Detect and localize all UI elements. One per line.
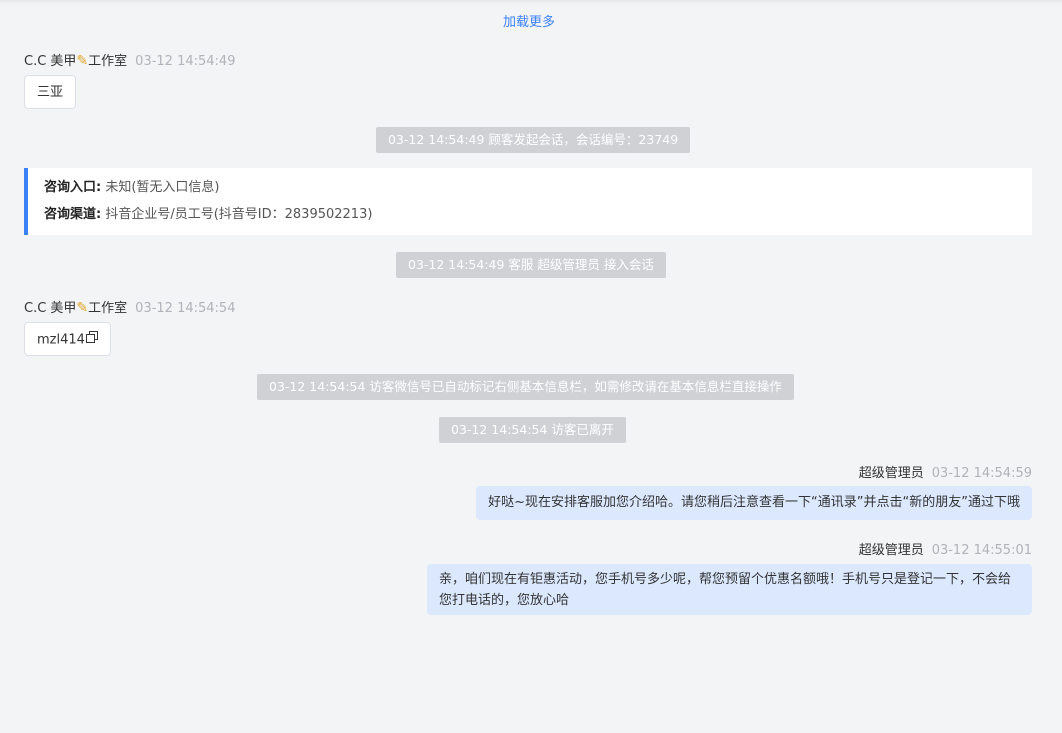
message-text: 好哒~现在安排客服加您介绍哈。请您稍后注意查看一下“通讯录”并点击“新的朋友”通…	[488, 495, 1020, 510]
message-time: 03-12 14:55:01	[931, 543, 1032, 558]
message-text-line: 亲，咱们现在有钜惠活动，您手机号多少呢，帮您预留个优惠名额哦！手机号只是登记一下…	[439, 572, 1012, 587]
customer-message-bubble: mzl414	[24, 322, 111, 356]
system-notice: 03-12 14:54:54 访客已离开	[439, 417, 626, 443]
pencil-icon: ✎	[76, 300, 89, 316]
sender-name: C.C 美甲	[24, 301, 77, 316]
message-time: 03-12 14:54:59	[931, 466, 1032, 481]
message-text: 三亚	[37, 85, 64, 100]
sender-name-suffix: 工作室	[88, 54, 128, 69]
top-shadow	[0, 0, 1062, 4]
info-row-entry: 咨询入口: 未知(暂无入口信息)	[44, 178, 1032, 205]
sender-name-suffix: 工作室	[88, 301, 128, 316]
info-value: 未知(暂无入口信息)	[105, 180, 220, 195]
pencil-icon: ✎	[76, 53, 89, 69]
message-meta: C.C 美甲✎工作室 03-12 14:54:49	[24, 50, 235, 69]
agent-message-bubble: 好哒~现在安排客服加您介绍哈。请您稍后注意查看一下“通讯录”并点击“新的朋友”通…	[476, 486, 1032, 520]
copy-icon[interactable]	[85, 323, 98, 357]
sender-name: 超级管理员	[858, 466, 924, 481]
system-notice: 03-12 14:54:49 客服 超级管理员 接入会话	[396, 252, 666, 278]
system-notice: 03-12 14:54:49 顾客发起会话，会话编号：23749	[376, 127, 691, 153]
info-label: 咨询入口:	[44, 180, 102, 195]
sender-name: C.C 美甲	[24, 54, 77, 69]
agent-message-bubble: 亲，咱们现在有钜惠活动，您手机号多少呢，帮您预留个优惠名额哦！手机号只是登记一下…	[427, 564, 1032, 615]
customer-message-bubble: 三亚	[24, 75, 77, 109]
message-time: 03-12 14:54:49	[135, 54, 236, 69]
load-more-link[interactable]: 加载更多	[0, 11, 1058, 30]
message-time: 03-12 14:54:54	[135, 301, 236, 316]
message-meta: 超级管理员 03-12 14:55:01	[859, 539, 1032, 558]
info-label: 咨询渠道:	[44, 207, 102, 222]
sender-name: 超级管理员	[858, 543, 924, 558]
consultation-info-card: 咨询入口: 未知(暂无入口信息) 咨询渠道: 抖音企业号/员工号(抖音号ID：2…	[24, 168, 1032, 235]
info-value: 抖音企业号/员工号(抖音号ID：2839502213)	[105, 207, 373, 222]
message-meta: 超级管理员 03-12 14:54:59	[859, 462, 1032, 481]
system-notice: 03-12 14:54:54 访客微信号已自动标记右侧基本信息栏，如需修改请在基…	[257, 374, 794, 400]
info-row-channel: 咨询渠道: 抖音企业号/员工号(抖音号ID：2839502213)	[44, 205, 1032, 232]
message-meta: C.C 美甲✎工作室 03-12 14:54:54	[24, 297, 235, 316]
message-text-line: 您打电话的，您放心哈	[439, 593, 570, 608]
message-text: mzl414	[37, 332, 85, 348]
